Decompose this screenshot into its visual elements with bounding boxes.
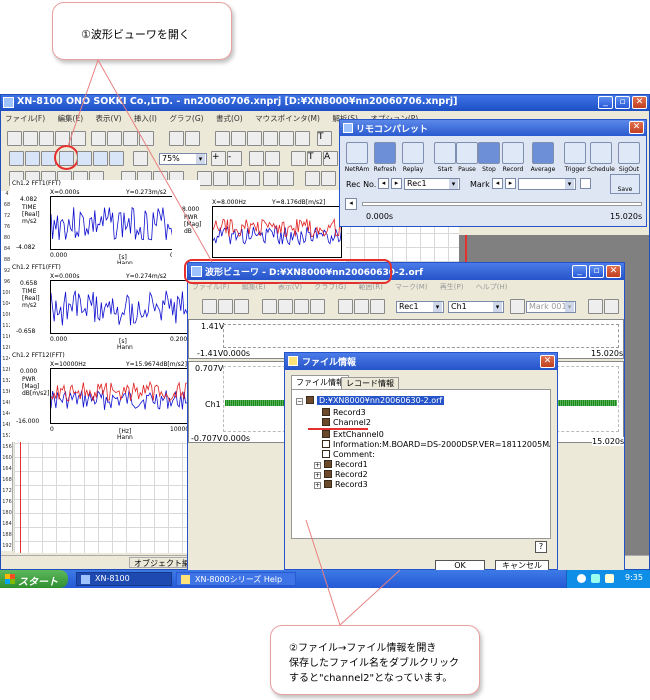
- pointer-to-viewer: [97, 59, 213, 263]
- pointer-to-file-info: [305, 519, 341, 626]
- pointer-to-button: [67, 59, 99, 147]
- callout-pointers: [67, 59, 401, 626]
- pointer-to-file-info-2: [339, 569, 401, 626]
